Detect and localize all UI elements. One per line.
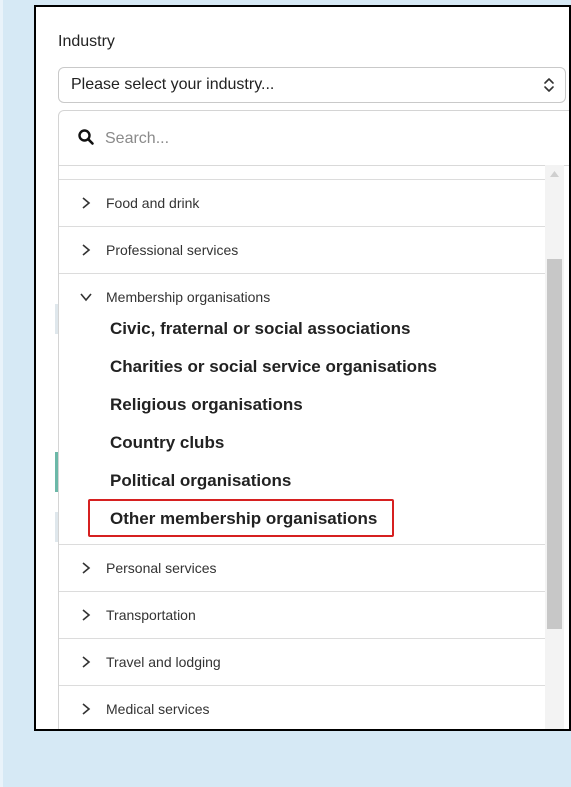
subitem-charities[interactable]: Charities or social service organisation… xyxy=(59,348,545,386)
industry-label: Industry xyxy=(58,33,115,50)
category-medical-services[interactable]: Medical services xyxy=(59,685,545,729)
scroll-up-arrow-icon[interactable] xyxy=(550,171,559,177)
category-label: Medical services xyxy=(106,701,210,717)
subitem-country-clubs[interactable]: Country clubs xyxy=(59,424,545,462)
background-field-edge xyxy=(55,304,58,334)
category-label: Personal services xyxy=(106,560,217,576)
category-transportation[interactable]: Transportation xyxy=(59,591,545,638)
industry-select[interactable]: Please select your industry... xyxy=(58,67,566,103)
category-label: Transportation xyxy=(106,607,196,623)
category-professional-services[interactable]: Professional services xyxy=(59,226,545,273)
chevron-right-icon xyxy=(82,656,91,668)
chevron-right-icon xyxy=(82,562,91,574)
chevron-right-icon xyxy=(82,244,91,256)
search-row xyxy=(59,111,569,166)
industry-dropdown-panel: Food and drink Professional services Mem… xyxy=(58,110,569,729)
category-travel-and-lodging[interactable]: Travel and lodging xyxy=(59,638,545,685)
chevron-right-icon xyxy=(82,703,91,715)
subitem-other-membership[interactable]: Other membership organisations xyxy=(59,499,545,538)
category-label: Food and drink xyxy=(106,195,200,211)
category-personal-services[interactable]: Personal services xyxy=(59,544,545,591)
page-left-edge xyxy=(0,0,3,787)
chevron-right-icon xyxy=(82,609,91,621)
subitem-political[interactable]: Political organisations xyxy=(59,462,545,500)
category-label: Travel and lodging xyxy=(106,654,221,670)
search-input[interactable] xyxy=(103,125,487,153)
scrollbar-track[interactable] xyxy=(545,165,564,729)
membership-subitems: Civic, fraternal or social associations … xyxy=(59,310,545,544)
background-button-edge xyxy=(55,452,58,492)
industry-form-frame: Industry Please select your industry... … xyxy=(34,5,571,731)
category-label: Membership organisations xyxy=(106,289,271,305)
search-icon xyxy=(78,129,94,145)
category-food-and-drink[interactable]: Food and drink xyxy=(59,179,545,226)
industry-list: Food and drink Professional services Mem… xyxy=(59,179,545,729)
updown-chevron-icon xyxy=(544,78,554,92)
category-label: Professional services xyxy=(106,242,239,258)
chevron-down-icon xyxy=(80,293,92,302)
subitem-civic-associations[interactable]: Civic, fraternal or social associations xyxy=(59,310,545,348)
industry-select-value: Please select your industry... xyxy=(71,76,275,93)
subitem-religious[interactable]: Religious organisations xyxy=(59,386,545,424)
chevron-right-icon xyxy=(82,197,91,209)
background-field-edge xyxy=(55,512,58,542)
scrollbar-thumb[interactable] xyxy=(547,259,562,629)
